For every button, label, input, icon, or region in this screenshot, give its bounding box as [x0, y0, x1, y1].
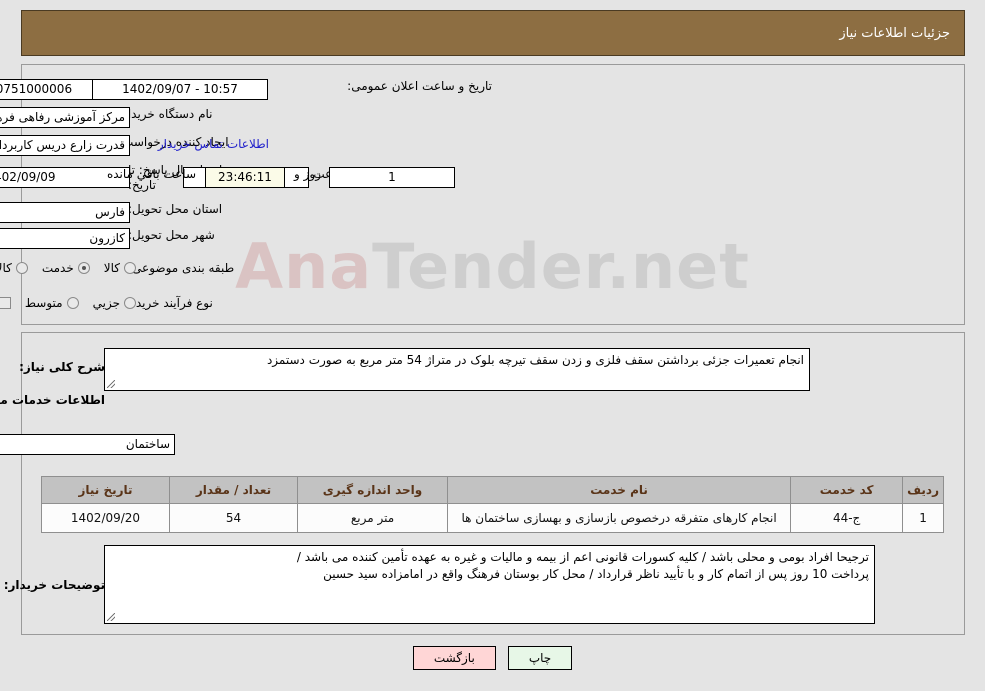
print-button[interactable]: چاپ: [507, 646, 573, 670]
category-label: طبقه بندی موضوعی:: [128, 261, 235, 275]
delivery-province-field[interactable]: فارس: [0, 202, 130, 223]
buyer-notes-wrap: ترجیحا افراد بومی و محلی باشد / کلیه کسو…: [104, 545, 875, 624]
delivery-province-label: استان محل تحویل:: [128, 202, 223, 216]
deadline-days-label: روز و: [294, 167, 321, 181]
service-group-field[interactable]: ساختمان: [0, 434, 175, 455]
remaining-label-wrap: ساعت باقي مانده: [102, 167, 201, 181]
buyer-notes-textarea[interactable]: ترجیحا افراد بومی و محلی باشد / کلیه کسو…: [104, 545, 875, 624]
delivery-city-field[interactable]: کازرون: [0, 228, 130, 249]
buyer-notes-line-1: ترجیحا افراد بومی و محلی باشد / کلیه کسو…: [296, 550, 869, 564]
cell-need-date: 1402/09/20: [41, 503, 170, 533]
delivery-province-row: استان محل تحویل:: [124, 202, 244, 216]
buyer-org-label: نام دستگاه خریدار:: [118, 107, 213, 121]
remaining-time-label: ساعت باقي مانده: [106, 167, 196, 181]
general-description-wrap: انجام تعمیرات جزئی برداشتن سقف فلزی و زد…: [104, 348, 810, 391]
radio-motavaset-icon[interactable]: [66, 297, 79, 309]
cell-unit: متر مربع: [297, 503, 448, 533]
back-button[interactable]: بازگشت: [412, 646, 496, 670]
countdown-field: 23:46:11: [205, 167, 285, 188]
button-bar: چاپ بازگشت: [0, 646, 985, 670]
buyer-notes-line-2: پرداخت 10 روز پس از اتمام کار و با تأیید…: [323, 567, 869, 581]
announce-datetime-label: تاریخ و ساعت اعلان عمومی:: [347, 79, 492, 93]
col-need-date: تاریخ نیاز: [41, 476, 170, 504]
table-header-row: ردیف کد خدمت نام خدمت واحد اندازه گیری ت…: [41, 476, 944, 504]
purchase-process-options: جزیي متوسط پرداخت تمام یا بخشی از مبلغ خ…: [0, 296, 140, 310]
announce-datetime-field[interactable]: 1402/09/07 - 10:57: [92, 79, 268, 100]
services-table-wrap: ردیف کد خدمت نام خدمت واحد اندازه گیری ت…: [41, 476, 944, 533]
buyer-contact-link[interactable]: اطلاعات تماس خریدار: [158, 137, 269, 151]
deadline-days-label-wrap: روز و: [289, 167, 326, 181]
buyer-notes-label: توضیحات خریدار:: [3, 578, 105, 592]
buyer-contact-link-wrap: اطلاعات تماس خریدار: [158, 137, 269, 151]
deadline-days-wrap: 1: [329, 167, 455, 188]
general-description-textarea[interactable]: انجام تعمیرات جزئی برداشتن سقف فلزی و زد…: [104, 348, 810, 391]
cell-service-code: ج-44: [790, 503, 904, 533]
delivery-city-row: شهر محل تحویل:: [124, 228, 244, 242]
col-service-code: کد خدمت: [790, 476, 904, 504]
requester-field[interactable]: قدرت زارع دریس کاربرداز مرکز آموزشی رفاه…: [0, 135, 130, 156]
buyer-org-field-wrap: مرکز آموزشی رفاهی فرهنگیان شهرستان کازرو…: [0, 107, 130, 128]
category-option-khedmat-label: خدمت: [41, 261, 74, 275]
buyer-org-row: نام دستگاه خریدار:: [114, 107, 244, 121]
category-option-kala-khedmat[interactable]: کالا/خدمت: [0, 261, 32, 275]
services-table: ردیف کد خدمت نام خدمت واحد اندازه گیری ت…: [41, 476, 944, 533]
radio-kala-icon[interactable]: [124, 262, 136, 274]
category-option-kala[interactable]: کالا: [104, 261, 140, 275]
page-header: جزئیات اطلاعات نیاز: [21, 10, 965, 56]
col-row-no: ردیف: [902, 476, 944, 504]
need-info-panel: [21, 64, 965, 325]
category-option-khedmat[interactable]: خدمت: [42, 261, 94, 275]
delivery-city-field-wrap: کازرون: [0, 228, 130, 249]
process-option-motavaset-label: متوسط: [24, 296, 63, 310]
col-unit: واحد اندازه گیری: [297, 476, 448, 504]
countdown-wrap: 23:46:11: [205, 167, 285, 188]
page-root: AnaTender.net جزئیات اطلاعات نیاز شماره …: [0, 0, 985, 691]
radio-kala-khedmat-icon[interactable]: [15, 262, 28, 274]
category-options: کالا خدمت کالا/خدمت: [0, 261, 140, 275]
table-row: 1 ج-44 انجام کارهای متفرقه درخصوص بازساز…: [41, 503, 944, 533]
general-description-label-wrap: شرح کلی نیاز:: [15, 360, 105, 374]
col-service-name: نام خدمت: [446, 476, 792, 504]
delivery-city-label: شهر محل تحویل:: [128, 228, 215, 242]
service-group-field-wrap: ساختمان: [0, 434, 175, 455]
process-option-motavaset[interactable]: متوسط: [25, 296, 83, 310]
radio-jozei-icon[interactable]: [124, 297, 136, 309]
process-option-jozei[interactable]: جزیي: [93, 296, 140, 310]
deadline-days-field[interactable]: 1: [329, 167, 455, 188]
purchase-process-row: نوع فرآیند خرید :: [124, 296, 244, 310]
process-option-jozei-label: جزیي: [92, 296, 120, 310]
announce-datetime-label-wrap: تاریخ و ساعت اعلان عمومی:: [343, 79, 492, 93]
services-heading: اطلاعات خدمات مورد نیاز: [0, 393, 105, 407]
services-heading-wrap: اطلاعات خدمات مورد نیاز: [0, 393, 105, 407]
category-option-kala-khedmat-label: کالا/خدمت: [0, 261, 12, 275]
treasury-bond-checkbox-icon[interactable]: [0, 297, 11, 309]
radio-khedmat-icon[interactable]: [77, 262, 90, 274]
buyer-org-field[interactable]: مرکز آموزشی رفاهی فرهنگیان شهرستان کازرو…: [0, 107, 130, 128]
purchase-process-label: نوع فرآیند خرید :: [128, 296, 213, 310]
category-option-kala-label: کالا: [103, 261, 120, 275]
general-description-label: شرح کلی نیاز:: [19, 360, 105, 374]
col-quantity: تعداد / مقدار: [169, 476, 298, 504]
category-row: طبقه بندی موضوعی:: [124, 261, 244, 275]
cell-row-no: 1: [902, 503, 944, 533]
page-title: جزئیات اطلاعات نیاز: [839, 25, 950, 41]
buyer-notes-label-wrap: توضیحات خریدار:: [0, 578, 105, 592]
announce-datetime-field-wrap: 1402/09/07 - 10:57: [92, 79, 268, 100]
cell-service-name: انجام کارهای متفرقه درخصوص بازسازی و بهس…: [446, 503, 792, 533]
treasury-bond-checkbox-wrap[interactable]: پرداخت تمام یا بخشی از مبلغ خرید،از محل …: [0, 296, 15, 310]
delivery-province-field-wrap: فارس: [0, 202, 130, 223]
requester-field-wrap: قدرت زارع دریس کاربرداز مرکز آموزشی رفاه…: [0, 135, 130, 156]
cell-quantity: 54: [169, 503, 298, 533]
